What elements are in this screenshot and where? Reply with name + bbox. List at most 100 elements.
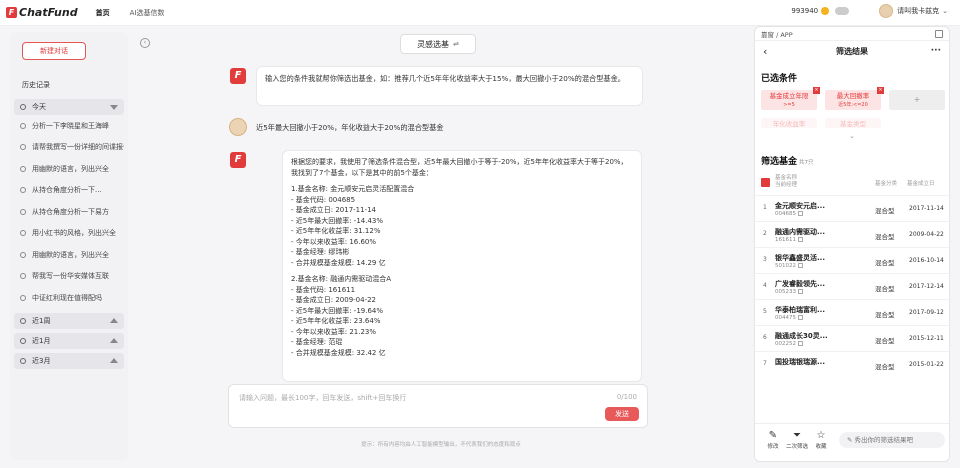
avatar[interactable] [879,4,894,18]
clock-icon [20,165,26,172]
collapse-sidebar-icon[interactable]: ‹ [140,38,150,48]
history-item-label: 从持仓角度分析一下... [32,186,102,195]
table-row[interactable]: 1 金元顺安元启... 004685 混合型 2017-11-14 [755,195,949,221]
clock-icon [20,317,26,324]
condition-chip[interactable]: 基金成立年限 >=5 × [761,87,820,110]
row-index: 3 [763,256,767,263]
nav-home[interactable]: 首页 [96,8,110,18]
share-icon: ✎ [847,436,855,444]
favorite-label: 收藏 [815,444,827,450]
table-row[interactable]: 7 国投瑞银瑞源... 混合型 2015-01-22 [755,351,949,377]
refilter-button[interactable]: ⏷ 二次筛选 [785,430,809,450]
fund-table: 1 金元顺安元启... 004685 混合型 2017-11-14 2 融通内需驱动... 1… [755,195,949,377]
col-name[interactable]: 基金名称 当前经理 [775,175,797,189]
fund-name[interactable]: 华泰柏瑞富利... [775,305,835,315]
history-group-today[interactable]: 今天 [14,99,124,115]
history-item[interactable]: 帮我写一份华安媒体互联 [14,266,124,288]
balance: 993940 [791,7,819,15]
answer-line: - 近5年年化收益率: 23.64% [291,317,381,325]
answer-line: - 基金成立日: 2017-11-14 [291,206,377,214]
condition-chip[interactable]: 基金类型 [825,118,881,128]
close-icon[interactable]: × [877,87,884,94]
table-row[interactable]: 4 广发睿毅领先... 005233 混合型 2017-12-14 [755,273,949,299]
theme-toggle[interactable] [835,7,850,15]
group-label: 近1月 [32,336,51,345]
history-item[interactable]: 从持仓角度分析一下易方 [14,201,124,223]
history-item[interactable]: 用小红书的风格，列出兴全 [14,223,124,245]
row-index: 5 [763,308,767,315]
history-item[interactable]: 从持仓角度分析一下... [14,180,124,202]
panel-header-label: 靠窗 / APP [761,30,793,39]
fund-name[interactable]: 广发睿毅领先... [775,279,835,289]
mode-switch-button[interactable]: 灵感选基 ⇌ [400,34,476,54]
expand-icon[interactable] [935,29,943,38]
fund-name[interactable]: 金元顺安元启... [775,201,835,211]
add-icon[interactable] [798,289,803,294]
clock-icon [20,337,26,344]
answer-bubble: 根据您的要求，我使用了筛选条件混合型，近5年最大回撤小于等于-20%，近5年年化… [282,150,642,382]
add-icon[interactable] [798,341,803,346]
col-date[interactable]: 基金成立日 [907,179,935,187]
history-item[interactable]: 中证红利现在值得配吗 [14,287,124,309]
chevron-down-icon[interactable]: ⌄ [942,7,948,15]
clock-icon [20,104,26,110]
chat-input-box[interactable]: 请输入问题，最长100字，回车发送，shift+回车换行 0/100 发送 [228,384,648,428]
chip-label: 基金成立年限 [769,92,809,100]
fund-name[interactable]: 融通内需驱动... [775,227,835,237]
user-avatar [229,118,247,136]
condition-chips: 基金成立年限 >=5 × 最大回撤率 近5年:<=20 × + 年化收益率 基金… [755,87,949,144]
add-icon[interactable] [798,315,803,320]
edit-button[interactable]: ✎ 修改 [761,430,785,450]
history-item[interactable]: 分析一下李晓星和王海峰 [14,115,124,137]
chevron-down-icon[interactable]: ⌄ [849,132,855,140]
col-type[interactable]: 基金分类 [875,179,897,187]
add-icon[interactable] [798,211,803,216]
answer-line: 根据您的要求，我使用了筛选条件混合型，近5年最大回撤小于等于-20%，近5年年化… [291,158,628,166]
prompt-bubble: 输入您的条件我就帮你筛选出基金，如：推荐几个近5年年化收益率大于15%，最大回撤… [256,66,643,106]
close-icon[interactable]: × [813,87,820,94]
fund-type: 混合型 [875,259,895,267]
answer-line: - 今年以来收益率: 16.60% [291,237,377,246]
send-button[interactable]: 发送 [605,407,639,421]
fund-list-label: 筛选基金 [761,157,798,167]
history-group-month[interactable]: 近1月 [14,332,124,349]
fund-code-label: 005233 [775,289,796,295]
table-row[interactable]: 6 融通成长30灵... 002252 混合型 2015-12-11 [755,325,949,351]
history-item[interactable]: 请帮我撰写一份详细的间谍报告 [14,137,124,159]
history-title: 历史记录 [22,81,50,89]
brand-icon [761,178,770,187]
history-group-week[interactable]: 近1周 [14,312,124,329]
username[interactable]: 请叫我卡兹克 [897,6,939,16]
history-item[interactable]: 用幽默的语言，列出兴全 [14,244,124,266]
chevron-up-icon [110,338,118,343]
table-row[interactable]: 5 华泰柏瑞富利... 004475 混合型 2017-09-12 [755,299,949,325]
condition-chip[interactable]: 最大回撤率 近5年:<=20 × [825,87,884,110]
answer-line: - 近5年年化收益率: 31.12% [291,227,381,235]
add-icon[interactable] [798,237,803,242]
fund-name[interactable]: 银华鑫盛灵活... [775,253,835,263]
nav-ai-fund[interactable]: AI选基信数 [130,8,165,18]
fund-date: 2017-09-12 [909,309,944,316]
clock-icon [20,273,26,280]
favorite-button[interactable]: ☆ 收藏 [809,430,833,450]
fund-name[interactable]: 国投瑞银瑞源... [775,357,835,367]
share-input[interactable]: ✎ 秀出你的筛选结果吧 [839,432,945,448]
logo[interactable]: F ChatFund [6,6,78,19]
history-item[interactable]: 用幽默的语言，列出兴全 [14,158,124,180]
panel-footer: ✎ 修改 ⏷ 二次筛选 ☆ 收藏 ✎ 秀出你的筛选结果吧 [755,423,949,461]
chat-input[interactable]: 请输入问题，最长100字，回车发送，shift+回车换行 [239,393,406,403]
add-condition-button[interactable]: + [889,90,945,110]
fund-list-title: 筛选基金 共7只 [761,154,949,167]
table-row[interactable]: 3 银华鑫盛灵活... 501022 混合型 2016-10-14 [755,247,949,273]
condition-chip[interactable]: 年化收益率 [761,118,817,128]
new-chat-button[interactable]: 新建对话 [22,42,86,60]
fund-name[interactable]: 融通成长30灵... [775,331,835,341]
table-row[interactable]: 2 融通内需驱动... 161611 混合型 2009-04-22 [755,221,949,247]
filter-icon: ⏷ [793,430,801,441]
add-icon[interactable] [798,263,803,268]
answer-line: - 合并规模基金规模: 32.42 亿 [291,348,386,357]
chat-area: ‹ 灵感选基 ⇌ F 输入您的条件我就帮你筛选出基金，如：推荐几个近5年年化收益… [132,26,750,468]
answer-line: - 今年以来收益率: 21.23% [291,327,377,336]
history-group-3month[interactable]: 近3月 [14,352,124,369]
fund-type: 混合型 [875,207,895,215]
